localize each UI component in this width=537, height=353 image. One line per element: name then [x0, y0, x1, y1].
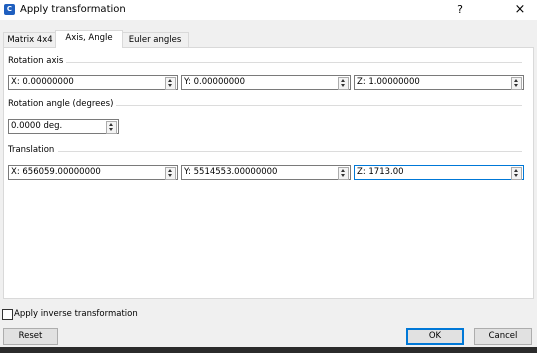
group-divider [111, 105, 522, 106]
tab-matrix-4x4[interactable]: Matrix 4x4 [3, 32, 57, 47]
rotation-axis-x-spinbox[interactable]: X: 0.00000000 [8, 75, 178, 90]
rotation-axis-x-value: X: 0.00000000 [11, 77, 74, 87]
rotation-axis-z-value: Z: 1.00000000 [357, 77, 420, 87]
translation-x-spinbox[interactable]: X: 656059.00000000 [8, 165, 178, 180]
translation-z-spinbox[interactable]: Z: 1713.00 [354, 165, 524, 180]
rotation-axis-z-spinbox[interactable]: Z: 1.00000000 [354, 75, 524, 90]
rotation-angle-value: 0.0000 deg. [11, 121, 63, 131]
ok-button[interactable]: OK [406, 328, 464, 345]
translation-z-value: Z: 1713.00 [357, 167, 404, 177]
spin-arrows-icon[interactable] [338, 77, 349, 90]
rotation-axis-y-spinbox[interactable]: Y: 0.00000000 [181, 75, 351, 90]
spin-arrows-icon[interactable] [338, 167, 349, 180]
help-button[interactable]: ? [446, 1, 474, 19]
group-divider [59, 62, 522, 63]
translation-y-spinbox[interactable]: Y: 5514553.00000000 [181, 165, 351, 180]
translation-y-value: Y: 5514553.00000000 [184, 167, 278, 177]
title-bar: C Apply transformation ? × [0, 0, 537, 20]
taskbar-strip [0, 347, 537, 353]
tab-euler-angles[interactable]: Euler angles [121, 32, 189, 47]
translation-label: Translation [8, 145, 58, 155]
spin-arrows-icon[interactable] [106, 121, 117, 134]
spin-arrows-icon[interactable] [165, 77, 176, 90]
translation-x-value: X: 656059.00000000 [11, 167, 101, 177]
rotation-axis-y-value: Y: 0.00000000 [184, 77, 246, 87]
app-icon: C [4, 4, 15, 15]
tab-axis-angle[interactable]: Axis, Angle [55, 30, 123, 48]
rotation-axis-label: Rotation axis [8, 56, 67, 66]
apply-inverse-label[interactable]: Apply inverse transformation [14, 309, 138, 319]
spin-arrows-icon[interactable] [165, 167, 176, 180]
spin-arrows-icon[interactable] [511, 167, 522, 180]
window-title: Apply transformation [20, 4, 126, 15]
reset-button[interactable]: Reset [3, 328, 58, 345]
apply-inverse-checkbox[interactable] [2, 309, 13, 320]
close-button[interactable]: × [506, 1, 534, 19]
axis-angle-panel: Rotation axis X: 0.00000000 Y: 0.0000000… [3, 47, 534, 299]
group-divider [58, 151, 522, 152]
rotation-angle-spinbox[interactable]: 0.0000 deg. [8, 119, 119, 134]
spin-arrows-icon[interactable] [511, 77, 522, 90]
cancel-button[interactable]: Cancel [474, 328, 532, 345]
rotation-angle-label: Rotation angle (degrees) [8, 99, 117, 109]
